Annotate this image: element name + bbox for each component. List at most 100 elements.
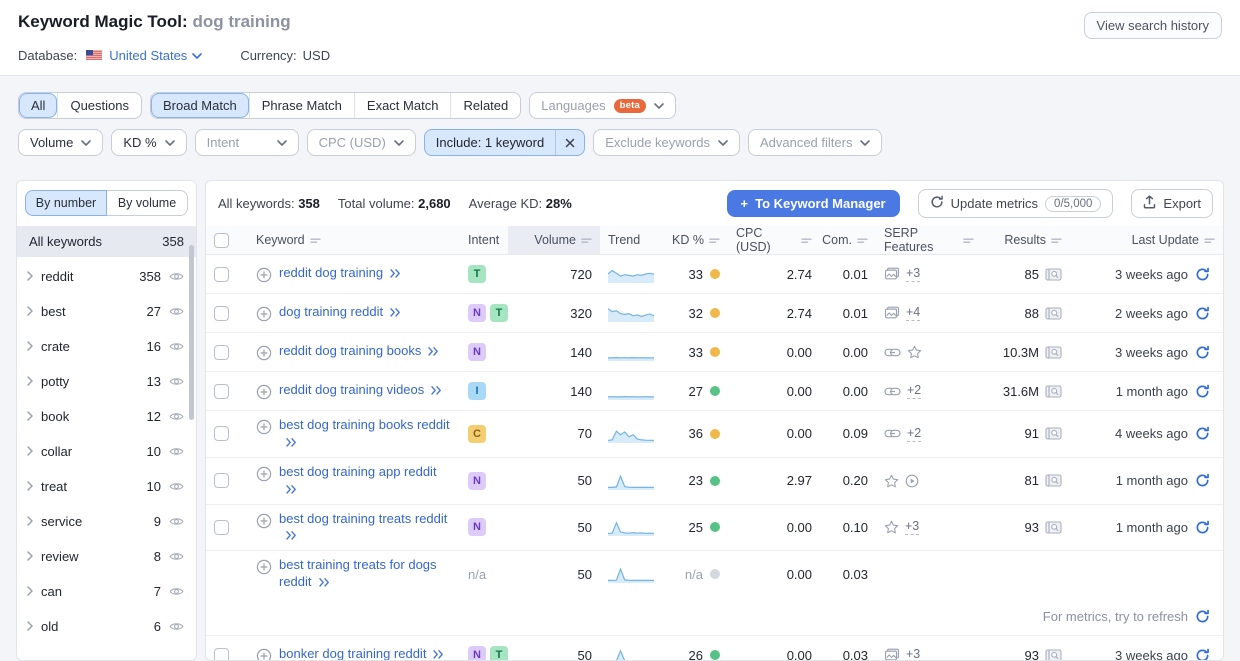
eye-icon[interactable] — [169, 341, 184, 352]
sort-icon[interactable] — [709, 236, 720, 245]
row-checkbox[interactable] — [214, 267, 229, 282]
image-serp-icon[interactable] — [884, 267, 900, 281]
sort-icon[interactable] — [310, 236, 321, 245]
update-metrics-button[interactable]: Update metrics 0/5,000 — [918, 189, 1114, 218]
add-to-list-icon[interactable] — [256, 345, 272, 361]
serp-preview-icon[interactable] — [1045, 385, 1062, 398]
row-checkbox[interactable] — [214, 345, 229, 360]
serp-preview-icon[interactable] — [1045, 521, 1062, 534]
image-serp-icon[interactable] — [884, 306, 900, 320]
filter-include-keyword[interactable]: Include: 1 keyword — [424, 129, 585, 156]
row-checkbox[interactable] — [214, 473, 229, 488]
all-keywords-group-header[interactable]: All keywords 358 — [17, 226, 196, 257]
serp-preview-icon[interactable] — [1045, 307, 1062, 320]
expand-keyword-icon[interactable] — [389, 308, 402, 317]
refresh-metrics-icon[interactable] — [1195, 609, 1210, 624]
sort-icon[interactable] — [581, 236, 592, 245]
sidebar-group-crate[interactable]: crate16 — [17, 329, 196, 364]
keyword-link[interactable]: best dog training app reddit — [279, 464, 452, 498]
tab-broad-match[interactable]: Broad Match — [151, 93, 249, 118]
star-serp-icon[interactable] — [884, 520, 899, 534]
serp-preview-icon[interactable] — [1045, 649, 1062, 661]
star-serp-icon[interactable] — [907, 345, 922, 359]
select-all-checkbox[interactable] — [214, 233, 229, 248]
add-to-list-icon[interactable] — [256, 513, 272, 529]
refresh-metrics-icon[interactable] — [1195, 306, 1210, 321]
expand-keyword-icon[interactable] — [285, 531, 298, 540]
eye-icon[interactable] — [169, 411, 184, 422]
refresh-metrics-icon[interactable] — [1195, 384, 1210, 399]
filter-cpc-usd[interactable]: CPC (USD) — [307, 129, 416, 156]
expand-keyword-icon[interactable] — [430, 386, 443, 395]
serp-preview-icon[interactable] — [1045, 268, 1062, 281]
row-checkbox[interactable] — [214, 648, 229, 661]
sidebar-group-potty[interactable]: potty13 — [17, 364, 196, 399]
keyword-link[interactable]: best training treats for dogs reddit — [279, 557, 452, 591]
serp-features-more[interactable]: +3 — [906, 266, 920, 282]
sort-by-number-button[interactable]: By number — [25, 190, 107, 216]
sort-by-volume-button[interactable]: By volume — [107, 190, 188, 216]
eye-icon[interactable] — [169, 271, 184, 282]
sidebar-group-book[interactable]: book12 — [17, 399, 196, 434]
column-header-keyword[interactable]: Keyword — [248, 226, 460, 254]
keyword-link[interactable]: reddit dog training — [279, 265, 402, 282]
play-serp-icon[interactable] — [905, 474, 919, 488]
image-serp-icon[interactable] — [884, 648, 900, 661]
column-header-results[interactable]: Results — [982, 226, 1070, 254]
eye-icon[interactable] — [169, 446, 184, 457]
sort-icon[interactable] — [801, 236, 812, 245]
tab-related[interactable]: Related — [450, 93, 520, 118]
serp-features-more[interactable]: +3 — [906, 647, 920, 661]
eye-icon[interactable] — [169, 306, 184, 317]
link-serp-icon[interactable] — [884, 348, 901, 357]
filter-intent[interactable]: Intent — [195, 129, 299, 156]
refresh-metrics-icon[interactable] — [1195, 648, 1210, 661]
sort-icon[interactable] — [857, 236, 868, 245]
refresh-metrics-icon[interactable] — [1195, 267, 1210, 282]
sidebar-group-review[interactable]: review8 — [17, 539, 196, 574]
link-serp-icon[interactable] — [884, 387, 901, 396]
eye-icon[interactable] — [169, 481, 184, 492]
sidebar-group-reddit[interactable]: reddit358 — [17, 259, 196, 294]
sort-icon[interactable] — [1204, 236, 1215, 245]
to-keyword-manager-button[interactable]: + To Keyword Manager — [727, 190, 900, 217]
sidebar-group-old[interactable]: old6 — [17, 609, 196, 644]
sidebar-scrollbar[interactable] — [189, 245, 194, 420]
filter-advanced-filters[interactable]: Advanced filters — [748, 129, 883, 156]
tab-phrase-match[interactable]: Phrase Match — [249, 93, 354, 118]
eye-icon[interactable] — [169, 586, 184, 597]
sidebar-group-best[interactable]: best27 — [17, 294, 196, 329]
column-header-serp-features[interactable]: SERP Features — [876, 226, 982, 254]
row-checkbox[interactable] — [214, 306, 229, 321]
tab-exact-match[interactable]: Exact Match — [354, 93, 451, 118]
serp-features-more[interactable]: +3 — [905, 519, 919, 535]
languages-chip[interactable]: Languages beta — [529, 92, 676, 119]
expand-keyword-icon[interactable] — [285, 485, 298, 494]
star-serp-icon[interactable] — [884, 474, 899, 488]
refresh-metrics-icon[interactable] — [1195, 426, 1210, 441]
eye-icon[interactable] — [169, 621, 184, 632]
add-to-list-icon[interactable] — [256, 466, 272, 482]
column-header-volume[interactable]: Volume — [508, 226, 600, 254]
remove-include-filter-button[interactable] — [555, 130, 584, 155]
row-checkbox[interactable] — [214, 426, 229, 441]
filter-kd[interactable]: KD % — [111, 129, 186, 156]
view-search-history-button[interactable]: View search history — [1084, 12, 1222, 39]
add-to-list-icon[interactable] — [256, 559, 272, 575]
refresh-metrics-icon[interactable] — [1195, 473, 1210, 488]
expand-keyword-icon[interactable] — [285, 438, 298, 447]
serp-features-more[interactable]: +2 — [907, 426, 921, 442]
add-to-list-icon[interactable] — [256, 419, 272, 435]
filter-volume[interactable]: Volume — [18, 129, 103, 156]
row-checkbox[interactable] — [214, 520, 229, 535]
eye-icon[interactable] — [169, 376, 184, 387]
refresh-metrics-icon[interactable] — [1195, 345, 1210, 360]
filter-exclude-keywords[interactable]: Exclude keywords — [593, 129, 740, 156]
serp-preview-icon[interactable] — [1045, 427, 1062, 440]
sort-icon[interactable] — [1051, 236, 1062, 245]
column-header-com[interactable]: Com. — [820, 226, 876, 254]
keyword-link[interactable]: dog training reddit — [279, 304, 402, 321]
add-to-list-icon[interactable] — [256, 306, 272, 322]
sidebar-group-treat[interactable]: treat10 — [17, 469, 196, 504]
expand-keyword-icon[interactable] — [389, 269, 402, 278]
